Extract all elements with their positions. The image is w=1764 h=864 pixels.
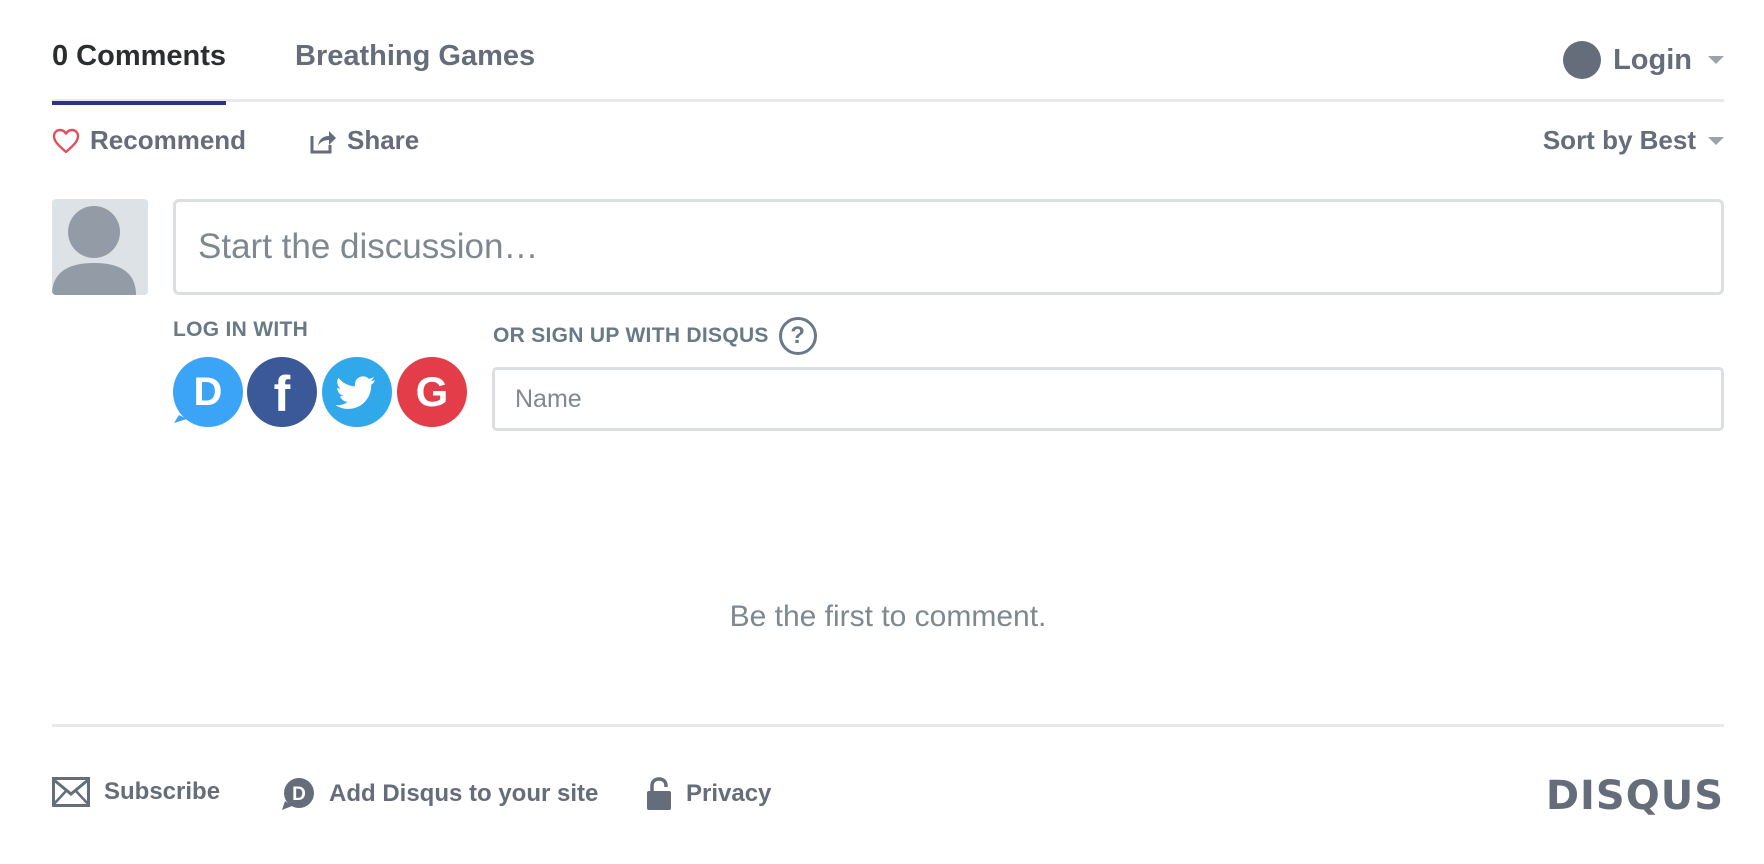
share-label: Share (347, 125, 420, 155)
twitter-bird-icon (335, 376, 375, 409)
avatar (52, 199, 148, 295)
sort-label: Sort by Best (1542, 125, 1696, 155)
subscribe-label: Subscribe (104, 778, 221, 805)
tab-community[interactable]: Breathing Games (295, 40, 535, 73)
facebook-glyph: f (274, 366, 291, 422)
facebook-icon: f (274, 366, 291, 422)
name-input[interactable] (492, 367, 1724, 431)
login-menu[interactable]: Login (1563, 38, 1724, 82)
privacy-label: Privacy (686, 780, 772, 807)
share-button[interactable]: Share (309, 125, 419, 156)
disqus-logo-icon: D (174, 370, 223, 423)
comment-textarea[interactable]: Start the discussion… (173, 199, 1724, 295)
signup-label: OR SIGN UP WITH DISQUS (493, 324, 769, 347)
thread-actions: Recommend Share Sort by Best (52, 125, 1724, 163)
sort-dropdown[interactable]: Sort by Best (1543, 125, 1724, 156)
caret-down-icon (1708, 136, 1724, 145)
empty-state-message: Be the first to comment. (729, 600, 1047, 633)
svg-text:D: D (292, 784, 306, 805)
disqus-thread: 0 Comments Breathing Games Login Recomme… (0, 0, 1764, 864)
disqus-logo-icon: D (282, 778, 314, 810)
login-with-label: LOG IN WITH (173, 318, 309, 341)
signup-section-label: OR SIGN UP WITH DISQUS ? (493, 317, 817, 355)
user-icon (1563, 41, 1602, 79)
login-disqus-button[interactable]: D (173, 357, 243, 427)
recommend-label: Recommend (90, 125, 247, 155)
footer: Subscribe D Add Disqus to your site Priv… (52, 773, 1724, 819)
user-icon (52, 206, 136, 295)
disqus-glyph: D (194, 370, 223, 414)
mail-icon (52, 777, 90, 807)
recommend-button[interactable]: Recommend (52, 125, 246, 156)
tab-comments[interactable]: 0 Comments (52, 40, 227, 105)
google-icon: G (416, 368, 449, 415)
caret-down-icon (1708, 56, 1724, 64)
disqus-brand-logo[interactable]: DISQUS (1546, 773, 1724, 819)
help-icon[interactable]: ? (778, 317, 817, 355)
login-google-button[interactable]: G (397, 357, 467, 427)
heart-icon (52, 128, 80, 153)
login-label: Login (1613, 43, 1692, 76)
privacy-link[interactable]: Privacy (646, 777, 771, 811)
footer-divider (52, 724, 1724, 727)
login-facebook-button[interactable]: f (247, 357, 317, 427)
subscribe-link[interactable]: Subscribe (52, 777, 220, 807)
login-twitter-button[interactable] (322, 357, 392, 427)
add-disqus-label: Add Disqus to your site (329, 780, 599, 807)
thread-nav: 0 Comments Breathing Games Login (52, 0, 1724, 105)
lock-icon (647, 777, 671, 810)
add-disqus-link[interactable]: D Add Disqus to your site (281, 777, 598, 811)
comment-placeholder: Start the discussion… (198, 227, 539, 266)
google-glyph: G (416, 368, 449, 415)
share-icon (310, 130, 336, 153)
